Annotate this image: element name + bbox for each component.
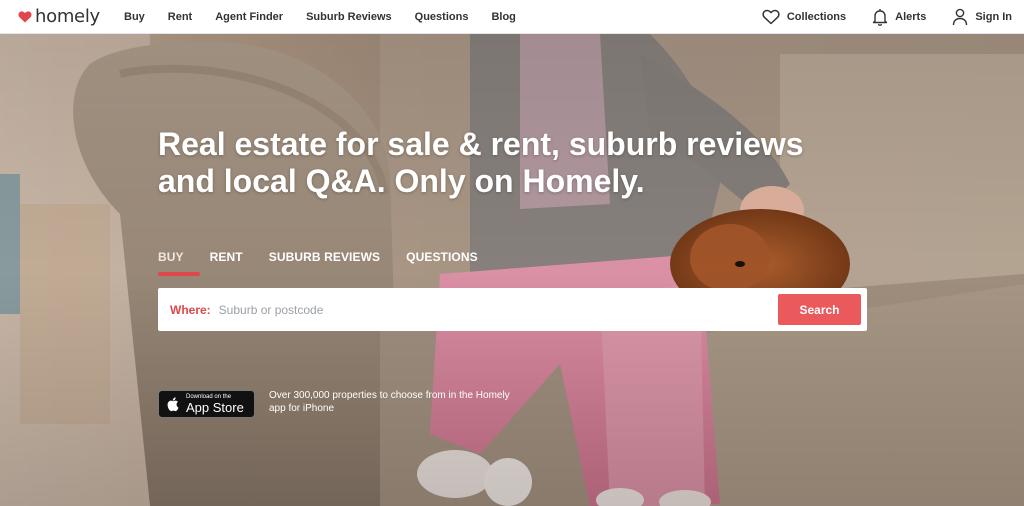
app-store-text: Download on the App Store (186, 394, 244, 414)
top-navigation-bar: homely Buy Rent Agent Finder Suburb Revi… (0, 0, 1024, 34)
app-store-badge[interactable]: Download on the App Store (158, 390, 255, 418)
apple-icon (167, 396, 179, 411)
tab-rent-label: RENT (209, 250, 243, 264)
nav-agent-finder[interactable]: Agent Finder (215, 11, 283, 23)
main-nav: Buy Rent Agent Finder Suburb Reviews Que… (124, 11, 539, 23)
headline-line-2: and local Q&A. Only on Homely. (158, 163, 645, 199)
collections-link[interactable]: Collections (762, 9, 846, 25)
app-description: Over 300,000 properties to choose from i… (269, 390, 510, 414)
nav-suburb-reviews[interactable]: Suburb Reviews (306, 11, 392, 23)
tab-buy[interactable]: BUY (158, 250, 200, 276)
active-tab-indicator (158, 272, 200, 276)
suburb-search-input[interactable] (216, 301, 761, 318)
search-bar: Where: Search (158, 288, 867, 331)
alerts-link[interactable]: Alerts (872, 8, 926, 26)
hero-section: Real estate for sale & rent, suburb revi… (0, 34, 1024, 506)
heart-house-icon (18, 11, 32, 23)
bell-icon (872, 9, 888, 26)
app-store-big-text: App Store (186, 400, 244, 415)
homely-logo[interactable]: homely (18, 6, 118, 27)
tab-suburb-reviews[interactable]: SUBURB REVIEWS (269, 250, 380, 274)
brand-name: homely (35, 6, 100, 27)
tab-questions[interactable]: QUESTIONS (406, 250, 478, 274)
hero-headline: Real estate for sale & rent, suburb revi… (158, 126, 878, 200)
search-tabs: BUY RENT SUBURB REVIEWS QUESTIONS (158, 250, 504, 276)
search-button[interactable]: Search (778, 294, 861, 325)
tab-buy-label: BUY (158, 250, 184, 264)
sign-in-link[interactable]: Sign In (952, 8, 1012, 26)
alerts-label: Alerts (895, 11, 927, 23)
header-actions: Collections Alerts Sign In (736, 0, 1012, 34)
nav-rent[interactable]: Rent (168, 11, 192, 23)
headline-line-1: Real estate for sale & rent, suburb revi… (158, 126, 804, 162)
tab-suburb-reviews-label: SUBURB REVIEWS (268, 250, 381, 264)
heart-icon (762, 9, 780, 25)
collections-label: Collections (786, 11, 847, 23)
nav-blog[interactable]: Blog (491, 11, 515, 23)
user-icon (953, 8, 968, 26)
hero-background-image (0, 34, 1024, 506)
nav-questions[interactable]: Questions (415, 11, 469, 23)
sign-in-label: Sign In (975, 11, 1012, 23)
tab-questions-label: QUESTIONS (406, 250, 478, 264)
where-label: Where: (170, 302, 211, 317)
tab-rent[interactable]: RENT (210, 250, 243, 274)
nav-buy[interactable]: Buy (124, 11, 145, 23)
